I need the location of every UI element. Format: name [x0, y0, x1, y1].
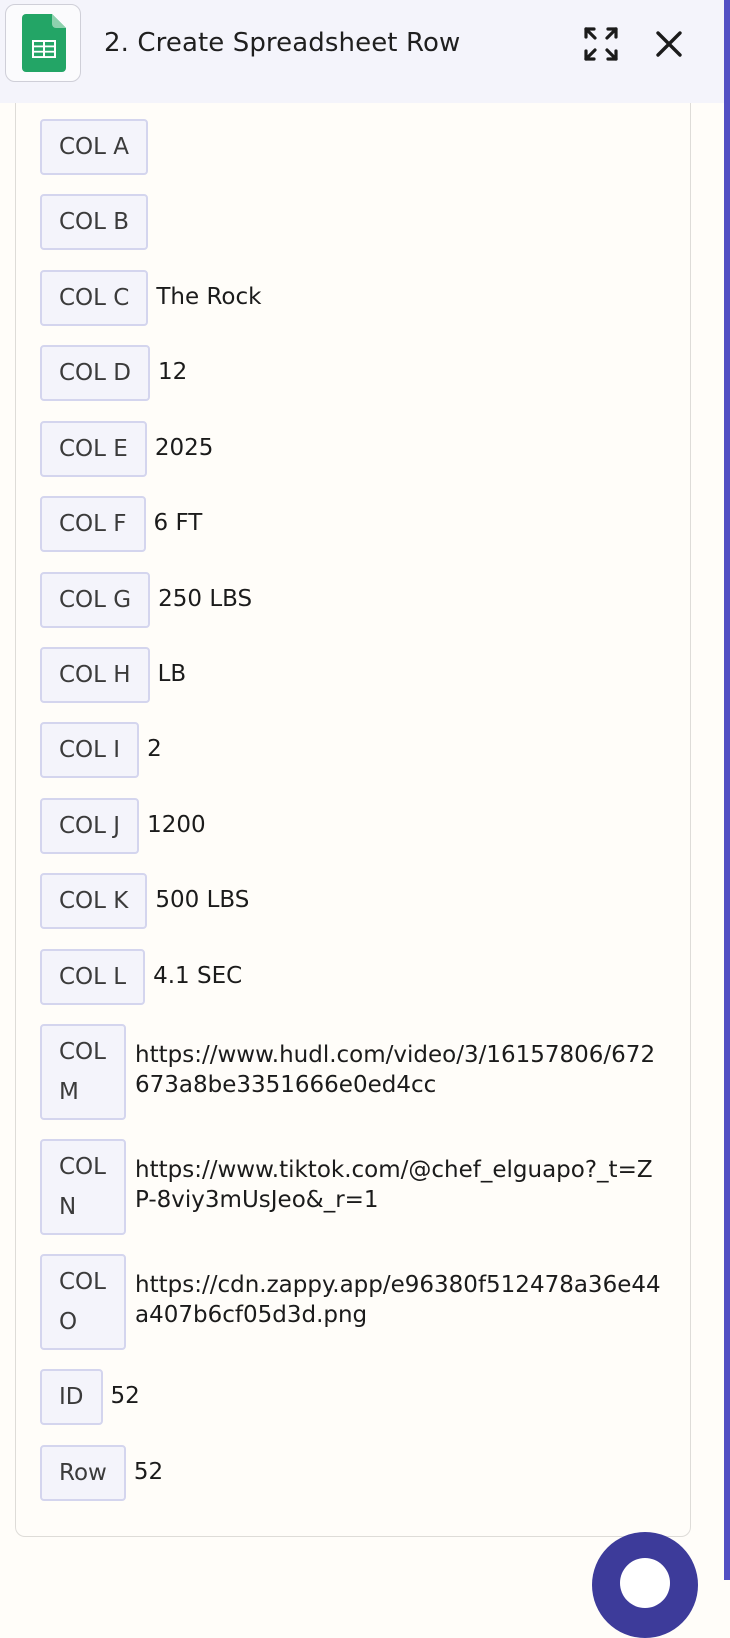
field-value: 2	[147, 736, 162, 762]
expand-button[interactable]	[578, 21, 624, 67]
field-value: The Rock	[156, 284, 262, 310]
field-key-pill: COL F	[40, 496, 146, 552]
expand-icon	[584, 27, 618, 61]
field-row: COL I 2	[40, 722, 162, 778]
field-key-pill: COL M	[40, 1024, 126, 1120]
field-row: COL Mhttps://www.hudl.com/video/3/161578…	[40, 1024, 661, 1120]
field-row: COL D 12	[40, 345, 187, 401]
panel-header: 2. Create Spreadsheet Row	[0, 0, 724, 103]
field-key-pill: Row	[40, 1445, 126, 1501]
field-key-pill: COL K	[40, 873, 148, 929]
field-key-pill: COL L	[40, 949, 146, 1005]
field-key-pill: COL D	[40, 345, 150, 401]
field-row: COL C The Rock	[40, 270, 261, 326]
field-row: COL Nhttps://www.tiktok.com/@chef_elguap…	[40, 1139, 661, 1235]
page-title: 2. Create Spreadsheet Row	[104, 28, 461, 58]
field-row: COL Ohttps://cdn.zappy.app/e96380f512478…	[40, 1254, 661, 1350]
help-icon	[620, 1558, 670, 1608]
field-key-pill: COL C	[40, 270, 149, 326]
field-key-pill: ID	[40, 1369, 103, 1425]
field-key-pill: COL I	[40, 722, 140, 778]
field-value: 52	[133, 1459, 164, 1485]
field-value: 1200	[147, 812, 206, 838]
field-value: 52	[110, 1383, 140, 1409]
field-value: 12	[158, 359, 188, 385]
field-key-pill: COL A	[40, 119, 149, 175]
field-row: ID 52	[40, 1369, 140, 1425]
field-value: https://www.hudl.com/video/3/16157806/67…	[135, 1042, 656, 1098]
field-value: 6 FT	[153, 510, 203, 536]
field-key-pill: COL J	[40, 798, 140, 854]
app-icon-tile	[5, 4, 81, 82]
field-row: COL J 1200	[40, 798, 206, 854]
field-row: COL B	[40, 194, 149, 250]
field-value: 250 LBS	[158, 586, 253, 612]
field-key-pill: COL G	[40, 572, 151, 628]
field-value: 500 LBS	[155, 887, 250, 913]
field-row: COL K 500 LBS	[40, 873, 249, 929]
google-sheets-icon	[22, 14, 66, 72]
field-row: COL F 6 FT	[40, 496, 202, 552]
help-button[interactable]	[592, 1532, 698, 1638]
field-key-pill: COL E	[40, 421, 147, 477]
field-value: LB	[157, 661, 187, 687]
close-button[interactable]	[646, 21, 692, 67]
field-value: https://www.tiktok.com/@chef_elguapo?_t=…	[135, 1157, 653, 1213]
close-icon	[656, 31, 682, 57]
field-row: Row 52	[40, 1445, 163, 1501]
field-key-pill: COL H	[40, 647, 150, 703]
field-row: COL L 4.1 SEC	[40, 949, 242, 1005]
field-key-pill: COL N	[40, 1139, 126, 1235]
field-value: 4.1 SEC	[153, 963, 243, 989]
right-edge-bar	[724, 0, 730, 1580]
field-value: https://cdn.zappy.app/e96380f512478a36e4…	[135, 1272, 661, 1328]
field-key-pill: COL B	[40, 194, 149, 250]
field-value: 2025	[154, 435, 214, 461]
field-row: COL A	[40, 119, 149, 175]
field-row: COL H LB	[40, 647, 186, 703]
field-row: COL E 2025	[40, 421, 213, 477]
field-key-pill: COL O	[40, 1254, 126, 1350]
field-row: COL G 250 LBS	[40, 572, 252, 628]
